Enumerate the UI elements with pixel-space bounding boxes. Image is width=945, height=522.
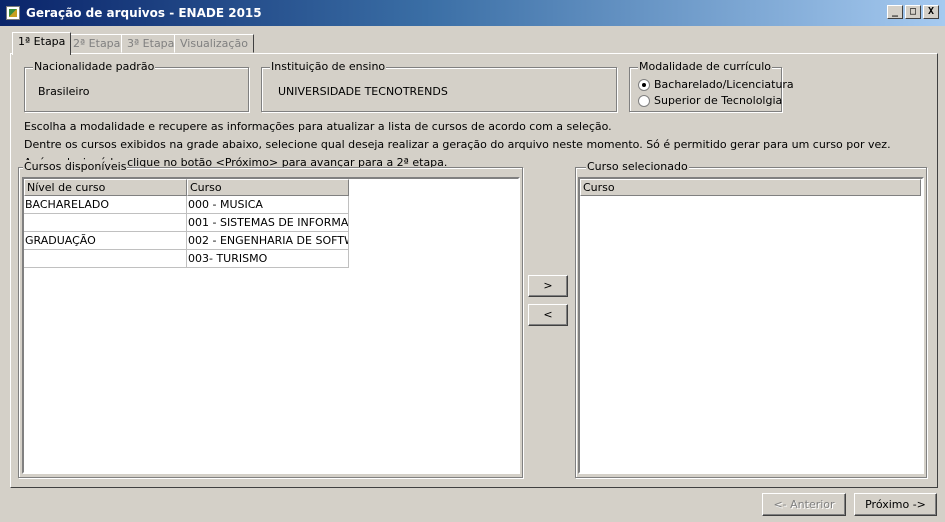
minimize-button[interactable]: _: [887, 5, 903, 19]
radio-bacharelado[interactable]: Bacharelado/Licenciatura: [638, 78, 794, 91]
radio-tecnologia[interactable]: Superior de Tecnololgia: [638, 94, 782, 107]
title-bar: Geração de arquivos - ENADE 2015 _ □ X: [0, 0, 945, 26]
instruction-line: Escolha a modalidade e recupere as infor…: [24, 120, 612, 133]
tab-etapa-1[interactable]: 1ª Etapa: [12, 32, 72, 55]
add-course-button[interactable]: >: [528, 275, 568, 297]
column-header-curso-selecionado[interactable]: Curso: [580, 179, 921, 196]
radio-bacharelado-indicator[interactable]: [638, 78, 650, 91]
tab-etapa-3[interactable]: 3ª Etapa: [121, 34, 181, 53]
remove-course-button[interactable]: <: [528, 304, 568, 326]
table-cell[interactable]: BACHARELADO: [24, 196, 187, 214]
nacionalidade-group: Nacionalidade padrão Brasileiro: [24, 60, 249, 112]
modalidade-group: Modalidade de currículo Bacharelado/Lice…: [629, 60, 794, 112]
modalidade-label: Modalidade de currículo: [638, 60, 773, 73]
instituicao-label: Instituição de ensino: [270, 60, 387, 73]
nacionalidade-value: Brasileiro: [38, 85, 90, 98]
cursos-disponiveis-label: Cursos disponíveis: [23, 160, 128, 173]
tab-visualizacao[interactable]: Visualização: [174, 34, 254, 53]
close-button[interactable]: X: [923, 5, 939, 19]
table-cell[interactable]: GRADUAÇÃO: [24, 232, 187, 250]
radio-tecnologia-indicator[interactable]: [638, 94, 650, 107]
app-icon: [6, 6, 20, 20]
instituicao-group: Instituição de ensino UNIVERSIDADE TECNO…: [261, 60, 617, 112]
curso-selecionado-label: Curso selecionado: [586, 160, 689, 173]
window-title: Geração de arquivos - ENADE 2015: [26, 6, 262, 20]
tab-etapa-2[interactable]: 2ª Etapa: [67, 34, 127, 53]
column-header-curso[interactable]: Curso: [187, 179, 349, 196]
anterior-button[interactable]: <- Anterior: [762, 493, 846, 516]
table-cell[interactable]: 002 - ENGENHARIA DE SOFTWARE: [187, 232, 349, 250]
table-cell[interactable]: [24, 214, 187, 232]
cursos-disponiveis-grid[interactable]: Nível de curso Curso BACHARELADO 000 - M…: [22, 177, 520, 474]
radio-bacharelado-label: Bacharelado/Licenciatura: [654, 78, 794, 91]
instructions: Escolha a modalidade e recupere as infor…: [24, 118, 891, 172]
instruction-line: Dentre os cursos exibidos na grade abaix…: [24, 138, 891, 151]
proximo-button[interactable]: Próximo ->: [854, 493, 937, 516]
nacionalidade-label: Nacionalidade padrão: [33, 60, 156, 73]
table-cell[interactable]: 001 - SISTEMAS DE INFORMAÇÃO: [187, 214, 349, 232]
curso-selecionado-grid[interactable]: Curso: [578, 177, 924, 474]
maximize-button[interactable]: □: [905, 5, 921, 19]
radio-tecnologia-label: Superior de Tecnololgia: [654, 94, 783, 107]
table-cell[interactable]: 003- TURISMO: [187, 250, 349, 268]
table-cell[interactable]: 000 - MUSICA: [187, 196, 349, 214]
column-header-nivel[interactable]: Nível de curso: [24, 179, 187, 196]
instituicao-value: UNIVERSIDADE TECNOTRENDS: [278, 85, 448, 98]
table-cell[interactable]: [24, 250, 187, 268]
